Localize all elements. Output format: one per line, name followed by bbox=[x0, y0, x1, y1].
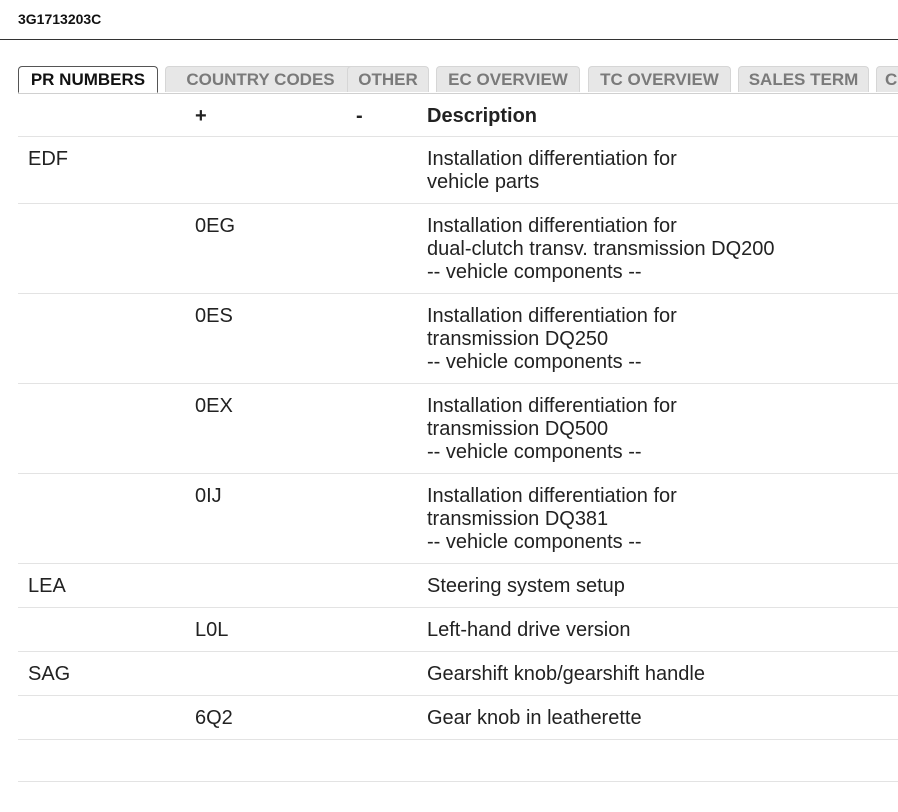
description-line: Installation differentiation for bbox=[427, 485, 677, 507]
description-line: dual-clutch transv. transmission DQ200 bbox=[427, 238, 775, 260]
description-line: Gear knob in leatherette bbox=[427, 707, 642, 729]
table-header: + - Description bbox=[18, 93, 898, 137]
description-line: vehicle parts bbox=[427, 171, 540, 193]
table-row: SAG Gearshift knob/gearshift handle bbox=[18, 652, 898, 696]
row-description: Steering system setup bbox=[427, 575, 625, 598]
tab-bar: PR NUMBERS COUNTRY CODES OTHER EC OVERVI… bbox=[18, 66, 898, 93]
row-description: Gearshift knob/gearshift handle bbox=[427, 663, 705, 686]
description-line: -- vehicle components -- bbox=[427, 441, 642, 463]
description-line: Steering system setup bbox=[427, 575, 625, 597]
description-line: -- vehicle components -- bbox=[427, 531, 642, 553]
row-description: Installation differentiation for transmi… bbox=[427, 395, 677, 464]
row-description: Installation differentiation for vehicle… bbox=[427, 148, 677, 194]
description-line: -- vehicle components -- bbox=[427, 261, 642, 283]
tab-country-codes[interactable]: COUNTRY CODES bbox=[165, 66, 356, 92]
plus-code: 0EG bbox=[195, 215, 236, 237]
family-code: SAG bbox=[28, 663, 71, 685]
description-line: transmission DQ250 bbox=[427, 328, 609, 350]
row-description: Installation differentiation for dual-cl… bbox=[427, 215, 775, 284]
table-row: 0EG Installation differentiation for dua… bbox=[18, 204, 898, 294]
row-description: Gear knob in leatherette bbox=[427, 707, 642, 730]
plus-code: L0L bbox=[195, 619, 229, 641]
row-description: Installation differentiation for transmi… bbox=[427, 485, 677, 554]
table-row: 0EX Installation differentiation for tra… bbox=[18, 384, 898, 474]
plus-code: 0EX bbox=[195, 395, 233, 417]
plus-code: 6Q2 bbox=[195, 707, 233, 729]
part-number-title: 3G1713203C bbox=[18, 11, 102, 27]
row-description: Left-hand drive version bbox=[427, 619, 630, 642]
description-line: transmission DQ381 bbox=[427, 508, 609, 530]
description-line: -- vehicle components -- bbox=[427, 351, 642, 373]
description-line: Left-hand drive version bbox=[427, 619, 631, 641]
table-row: LEA Steering system setup bbox=[18, 564, 898, 608]
description-line: transmission DQ500 bbox=[427, 418, 609, 440]
description-line: Installation differentiation for bbox=[427, 215, 677, 237]
column-header-plus: + bbox=[195, 105, 207, 127]
row-description: Installation differentiation for transmi… bbox=[427, 305, 677, 374]
column-header-minus: - bbox=[356, 105, 363, 127]
table-row: 0ES Installation differentiation for tra… bbox=[18, 294, 898, 384]
tab-ec-overview[interactable]: EC OVERVIEW bbox=[436, 66, 580, 92]
plus-code: 0IJ bbox=[195, 485, 222, 507]
tab-pr-numbers[interactable]: PR NUMBERS bbox=[18, 66, 158, 93]
family-code: LEA bbox=[28, 575, 66, 597]
description-line: Installation differentiation for bbox=[427, 148, 677, 170]
table-row: EDF Installation differentiation for veh… bbox=[18, 137, 898, 204]
table-row: 6Q2 Gear knob in leatherette bbox=[18, 696, 898, 740]
tab-tc-overview[interactable]: TC OVERVIEW bbox=[588, 66, 731, 92]
description-line: Installation differentiation for bbox=[427, 395, 677, 417]
description-line: Installation differentiation for bbox=[427, 305, 677, 327]
family-code: EDF bbox=[28, 148, 68, 170]
tab-other[interactable]: OTHER bbox=[347, 66, 429, 92]
tab-overflow[interactable]: C bbox=[876, 66, 898, 92]
pr-numbers-table: + - Description EDF Installation differe… bbox=[18, 93, 898, 740]
table-row: 0IJ Installation differentiation for tra… bbox=[18, 474, 898, 564]
top-header: 3G1713203C bbox=[0, 0, 898, 40]
column-header-description: Description bbox=[427, 105, 538, 127]
plus-code: 0ES bbox=[195, 305, 233, 327]
tab-sales-term[interactable]: SALES TERM bbox=[738, 66, 869, 92]
table-row: L0L Left-hand drive version bbox=[18, 608, 898, 652]
description-line: Gearshift knob/gearshift handle bbox=[427, 663, 705, 685]
table-bottom-divider bbox=[18, 781, 898, 782]
